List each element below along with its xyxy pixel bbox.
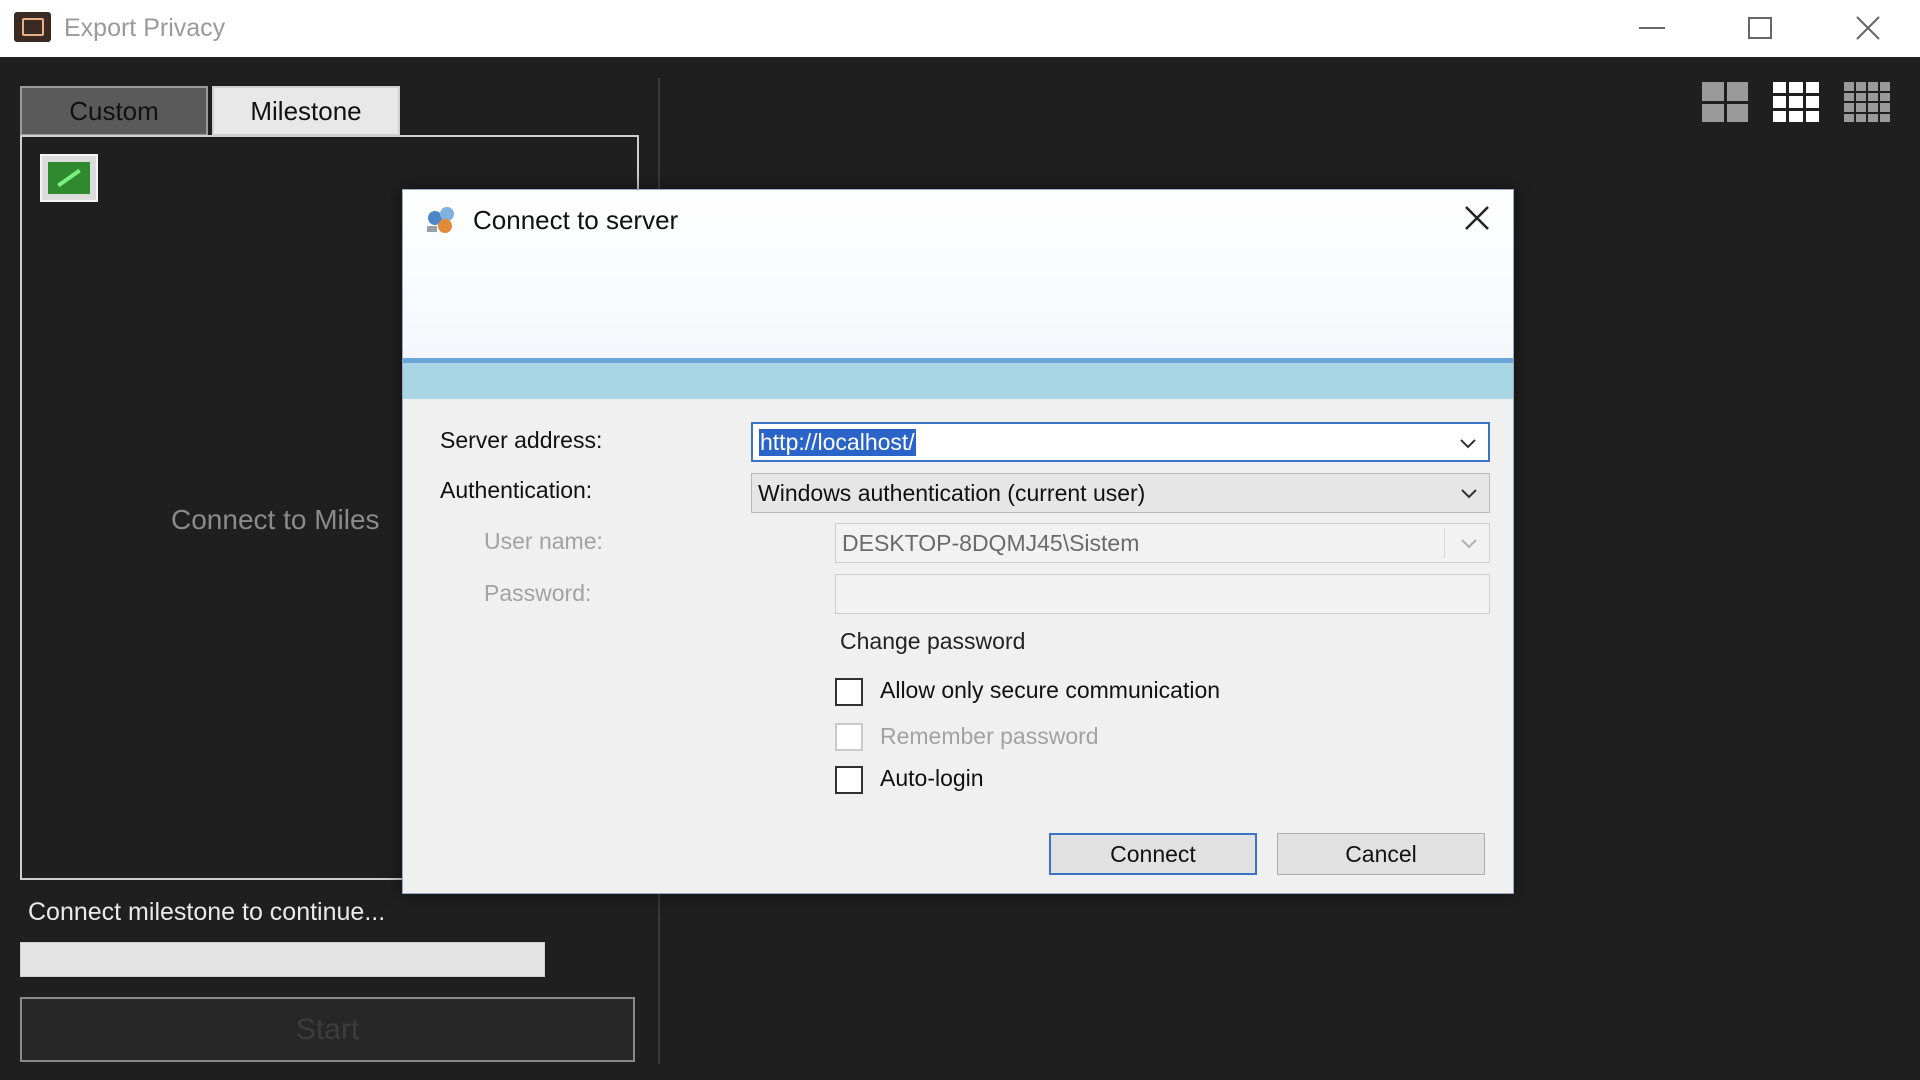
server-address-value: http://localhost/ bbox=[759, 428, 916, 456]
remember-checkbox bbox=[835, 723, 863, 751]
dialog-header: Connect to server bbox=[403, 190, 1513, 358]
user-name-input: DESKTOP-8DQMJ45\Sistem bbox=[835, 523, 1490, 563]
start-button[interactable]: Start bbox=[20, 997, 635, 1062]
grid-2x2-icon[interactable] bbox=[1702, 82, 1748, 122]
authentication-select[interactable]: Windows authentication (current user) bbox=[751, 473, 1490, 513]
connect-dialog: Connect to server Server address: http:/… bbox=[402, 189, 1514, 894]
user-name-label: User name: bbox=[484, 528, 603, 554]
authentication-value: Windows authentication (current user) bbox=[758, 479, 1146, 506]
chevron-down-icon bbox=[1461, 539, 1477, 549]
maximize-button[interactable] bbox=[1730, 6, 1790, 50]
password-label: Password: bbox=[484, 580, 592, 606]
user-name-value: DESKTOP-8DQMJ45\Sistem bbox=[842, 529, 1140, 556]
connect-hint-text: Connect to Miles bbox=[171, 504, 380, 535]
progress-bar bbox=[20, 942, 545, 977]
grid-3x3-icon[interactable] bbox=[1773, 82, 1819, 122]
close-icon bbox=[1465, 206, 1489, 230]
secure-checkbox[interactable] bbox=[835, 678, 863, 706]
minimize-icon bbox=[1639, 27, 1665, 29]
dialog-title: Connect to server bbox=[473, 205, 679, 235]
grid-4x4-icon[interactable] bbox=[1844, 82, 1890, 122]
cancel-button[interactable]: Cancel bbox=[1277, 833, 1485, 875]
connect-icon-button[interactable] bbox=[40, 154, 98, 202]
maximize-icon bbox=[1748, 17, 1772, 39]
chevron-down-icon[interactable] bbox=[1459, 483, 1479, 503]
password-input bbox=[835, 574, 1490, 614]
connection-icon bbox=[48, 162, 90, 194]
autologin-checkbox[interactable] bbox=[835, 766, 863, 794]
server-address-input[interactable]: http://localhost/ bbox=[751, 422, 1490, 462]
tab-custom[interactable]: Custom bbox=[20, 86, 208, 136]
remember-label: Remember password bbox=[880, 723, 1099, 749]
status-text: Connect milestone to continue... bbox=[28, 898, 386, 926]
server-address-label: Server address: bbox=[440, 427, 603, 453]
title-bar: Export Privacy bbox=[0, 0, 1920, 57]
combo-separator bbox=[1444, 528, 1445, 558]
close-icon bbox=[1856, 16, 1880, 40]
minimize-button[interactable] bbox=[1622, 6, 1682, 50]
window-title: Export Privacy bbox=[64, 14, 226, 42]
authentication-label: Authentication: bbox=[440, 477, 593, 503]
tab-milestone[interactable]: Milestone bbox=[212, 86, 400, 136]
connect-button[interactable]: Connect bbox=[1049, 833, 1257, 875]
autologin-label: Auto-login bbox=[880, 765, 984, 791]
app-icon bbox=[14, 12, 51, 42]
dialog-band bbox=[403, 363, 1513, 399]
server-connect-icon bbox=[427, 207, 454, 233]
chevron-down-icon[interactable] bbox=[1458, 433, 1478, 453]
dialog-close-button[interactable] bbox=[1459, 200, 1495, 236]
close-button[interactable] bbox=[1838, 6, 1898, 50]
change-password-link[interactable]: Change password bbox=[840, 628, 1025, 655]
secure-label: Allow only secure communication bbox=[880, 677, 1221, 703]
